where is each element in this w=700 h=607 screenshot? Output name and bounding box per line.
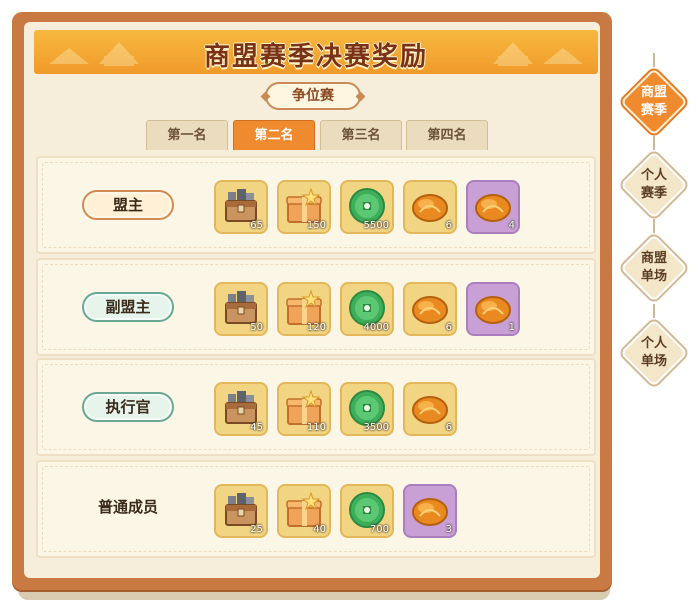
page-title: 商盟赛季决赛奖励 [203,42,428,72]
item-quantity: 65 [250,220,263,231]
side-tab-personal-match[interactable]: 个人 单场 [619,304,689,388]
reward-item[interactable]: 6 [403,282,457,336]
side-tab-personal-season[interactable]: 个人 赛季 [619,136,689,220]
hanging-string [653,53,655,67]
reward-item[interactable]: 4000 [340,282,394,336]
role-badge: 副盟主 [82,292,174,322]
item-quantity: 3 [445,524,452,535]
amber-stone-icon [412,194,448,222]
reward-item[interactable]: 65 [214,180,268,234]
reward-row: 副盟主 50 120 4000 6 1 [36,258,596,356]
reward-item[interactable]: 6 [403,180,457,234]
reward-item[interactable]: 150 [277,180,331,234]
role-badge: 普通成员 [97,498,158,516]
item-quantity: 6 [445,322,452,333]
reward-item[interactable]: 50 [214,282,268,336]
reward-item[interactable]: 4 [466,180,520,234]
amber-stone-icon [412,296,448,324]
role-badge: 执行官 [82,392,174,422]
reward-item[interactable]: 3500 [340,382,394,436]
reward-row: 执行官 45 110 3500 6 [36,358,596,456]
item-quantity: 4000 [363,322,389,333]
reward-item[interactable]: 45 [214,382,268,436]
hanging-string [653,136,655,150]
role-badge: 盟主 [82,190,174,220]
reward-row: 盟主 65 150 5500 6 4 [36,156,596,254]
hanging-string [653,304,655,318]
reward-item[interactable]: 700 [340,484,394,538]
hanging-string [653,219,655,233]
side-tab-label: 商盟 单场 [640,251,667,284]
item-quantity: 40 [313,524,326,535]
item-quantity: 150 [306,220,326,231]
reward-item[interactable]: 1 [466,282,520,336]
item-quantity: 4 [508,220,515,231]
side-tab-label: 个人 赛季 [640,168,667,201]
amber-stone-rare-icon [475,194,511,222]
item-quantity: 700 [369,524,389,535]
side-tab-alliance-season[interactable]: 商盟 赛季 [619,53,689,137]
side-tab-label: 个人 单场 [640,336,667,369]
item-quantity: 25 [250,524,263,535]
item-quantity: 1 [508,322,515,333]
item-quantity: 5500 [363,220,389,231]
title-banner: 商盟赛季决赛奖励 [34,30,598,74]
amber-stone-icon [412,396,448,424]
side-tab-alliance-match[interactable]: 商盟 单场 [619,219,689,303]
item-quantity: 3500 [363,422,389,433]
reward-item[interactable]: 6 [403,382,457,436]
tab-fourth-place[interactable]: 第四名 [406,120,488,150]
reward-item[interactable]: 110 [277,382,331,436]
item-quantity: 6 [445,220,452,231]
item-quantity: 50 [250,322,263,333]
tab-second-place[interactable]: 第二名 [233,120,315,150]
amber-stone-rare-icon [412,498,448,526]
mode-label: 争位赛 [265,82,361,110]
reward-item[interactable]: 25 [214,484,268,538]
amber-stone-rare-icon [475,296,511,324]
reward-item[interactable]: 120 [277,282,331,336]
item-quantity: 110 [306,422,326,433]
side-tab-label: 商盟 赛季 [640,85,667,118]
tab-first-place[interactable]: 第一名 [146,120,228,150]
item-quantity: 45 [250,422,263,433]
reward-item[interactable]: 40 [277,484,331,538]
item-quantity: 6 [445,422,452,433]
reward-row: 普通成员 25 40 700 3 [36,460,596,558]
reward-rows: 盟主 65 150 5500 6 4 副盟主 50 120 4000 6 1 执行官 45 110 350… [36,150,596,568]
item-quantity: 120 [306,322,326,333]
reward-item[interactable]: 5500 [340,180,394,234]
reward-item[interactable]: 3 [403,484,457,538]
tab-third-place[interactable]: 第三名 [320,120,402,150]
